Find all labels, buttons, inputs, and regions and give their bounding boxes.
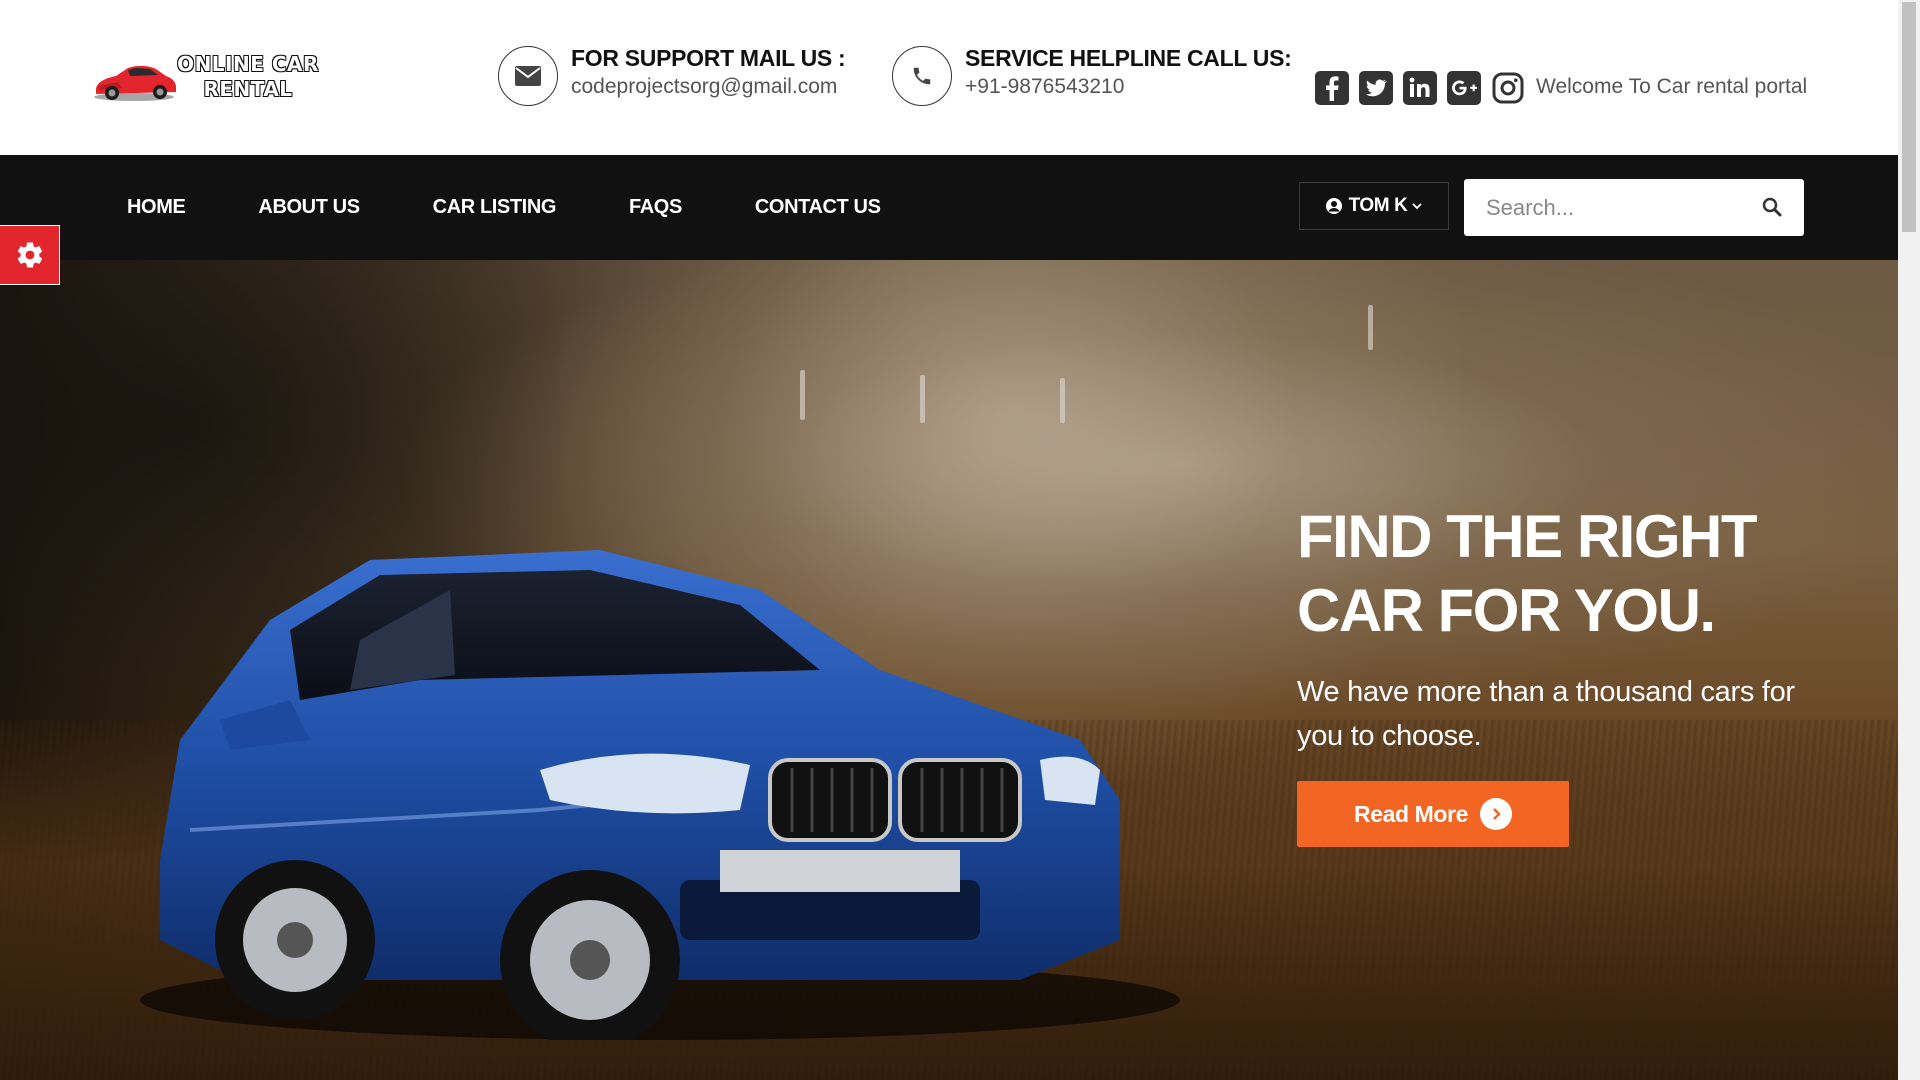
nav-faqs[interactable]: FAQS [629, 196, 682, 219]
page: ONLINE CAR RENTAL FOR SUPPORT MAIL US : … [0, 0, 1920, 1080]
search-icon[interactable] [1762, 197, 1782, 217]
welcome-text: Welcome To Car rental portal [1536, 75, 1808, 98]
support-email[interactable]: codeprojectsorg@gmail.com [571, 72, 845, 102]
hero-car-image [120, 440, 1180, 1050]
page-scrollbar[interactable] [1898, 0, 1920, 1080]
nav-car-listing[interactable]: CAR LISTING [433, 196, 557, 219]
helpline-title: SERVICE HELPLINE CALL US: [965, 45, 1292, 71]
site-logo[interactable]: ONLINE CAR RENTAL [92, 50, 332, 110]
hero-banner: FIND THE RIGHT CAR FOR YOU. We have more… [0, 260, 1898, 1080]
fence-post [920, 375, 925, 423]
nav-about-us[interactable]: ABOUT US [258, 196, 360, 219]
linkedin-icon[interactable] [1402, 70, 1438, 106]
user-menu-button[interactable]: TOM K [1299, 182, 1449, 230]
support-title: FOR SUPPORT MAIL US : [571, 45, 846, 71]
logo-line-1: ONLINE CAR [176, 51, 319, 76]
read-more-button[interactable]: Read More [1297, 781, 1569, 847]
chevron-right-icon [1479, 798, 1512, 830]
nav-home[interactable]: HOME [127, 196, 186, 219]
gear-icon [17, 242, 42, 268]
logo-car-icon [94, 65, 176, 101]
logo-line-2: RENTAL [203, 76, 293, 101]
support-contact: FOR SUPPORT MAIL US : codeprojectsorg@gm… [498, 44, 846, 106]
scrollbar-thumb[interactable] [1902, 2, 1916, 232]
phone-icon [892, 46, 952, 106]
settings-toggle-button[interactable] [0, 225, 60, 285]
fence-post [800, 370, 805, 420]
nav-links: HOME ABOUT US CAR LISTING FAQS CONTACT U… [127, 155, 954, 260]
search-box [1464, 179, 1804, 236]
facebook-icon[interactable] [1314, 70, 1350, 106]
read-more-label: Read More [1354, 800, 1468, 827]
user-name: TOM K [1348, 195, 1408, 216]
nav-contact-us[interactable]: CONTACT US [755, 196, 881, 219]
logo-text: ONLINE CAR RENTAL [168, 51, 328, 102]
search-input[interactable] [1486, 187, 1756, 228]
top-header: ONLINE CAR RENTAL FOR SUPPORT MAIL US : … [0, 0, 1898, 155]
fence-post [1060, 378, 1065, 423]
hero-title: FIND THE RIGHT CAR FOR YOU. [1297, 500, 1817, 648]
hero-title-line-2: CAR FOR YOU. [1297, 577, 1716, 644]
chevron-down-icon [1411, 200, 1423, 212]
google-plus-icon[interactable] [1446, 70, 1482, 106]
helpline-phone[interactable]: +91-9876543210 [965, 72, 1291, 102]
twitter-icon[interactable] [1358, 70, 1394, 106]
social-links [1314, 70, 1534, 106]
user-circle-icon [1325, 197, 1343, 215]
fence-post [1368, 305, 1373, 350]
instagram-icon[interactable] [1490, 70, 1526, 106]
hero-title-line-1: FIND THE RIGHT [1297, 503, 1757, 570]
hero-subtitle: We have more than a thousand cars for yo… [1297, 676, 1795, 752]
helpline-contact: SERVICE HELPLINE CALL US: +91-9876543210 [892, 44, 1292, 106]
envelope-icon [498, 46, 558, 106]
